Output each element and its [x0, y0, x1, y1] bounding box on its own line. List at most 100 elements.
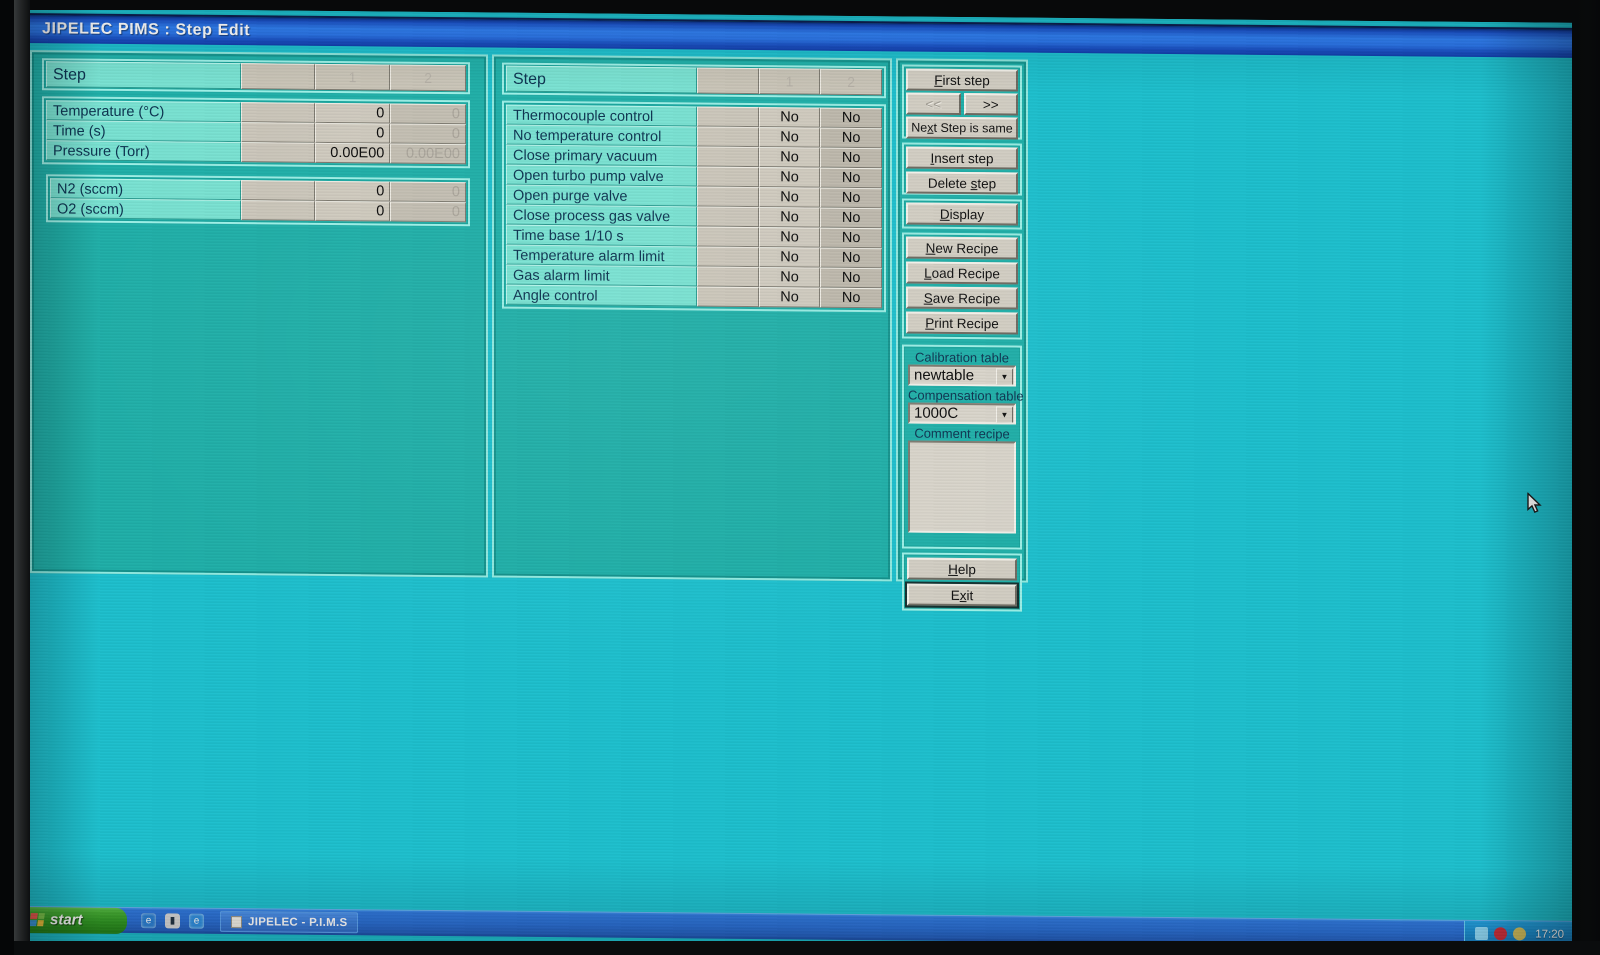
row-col-2[interactable]: No	[820, 227, 882, 249]
exit-button[interactable]: Exit	[905, 581, 1019, 609]
show-hidden-icons-icon[interactable]	[1475, 926, 1489, 941]
chevron-down-icon[interactable]: ▼	[996, 406, 1013, 424]
row-col-blank[interactable]	[696, 106, 759, 128]
row-col-1[interactable]: No	[758, 207, 821, 228]
left-parameter-panel: Step 1 2 Temperature (°C) 0 0 Time (s) 0…	[30, 50, 488, 578]
monitor-photo: JIPELEC PIMS : Step Edit Step 1 2 Temper…	[0, 0, 1600, 955]
help-button[interactable]: Help	[907, 557, 1017, 581]
row-label: Temperature alarm limit	[506, 244, 697, 267]
display-button[interactable]: Display	[906, 202, 1018, 226]
table-row: O2 (sccm) 0 0	[50, 198, 466, 223]
browser-icon[interactable]: e	[189, 913, 204, 929]
row-col-2[interactable]: 0.00E00	[390, 143, 466, 165]
row-label: Open turbo pump valve	[506, 164, 697, 187]
row-col-2[interactable]: No	[820, 167, 882, 189]
row-col-1[interactable]: 0	[314, 200, 391, 222]
row-col-blank[interactable]	[696, 246, 759, 268]
load-recipe-button[interactable]: Load Recipe	[906, 261, 1018, 285]
taskbar-clock[interactable]: 17:20	[1532, 928, 1564, 940]
previous-step-button[interactable]: <<	[906, 92, 961, 116]
row-col-2[interactable]: No	[820, 107, 882, 129]
row-label: Angle control	[506, 284, 697, 307]
row-col-1[interactable]: No	[758, 287, 821, 308]
row-label: N2 (sccm)	[50, 178, 242, 201]
next-step-is-same-button[interactable]: Next Step is same	[906, 116, 1018, 140]
row-col-2[interactable]: No	[820, 287, 882, 309]
row-col-1[interactable]: 0	[314, 180, 391, 202]
table-row: Angle control No No	[506, 284, 882, 309]
row-col-1[interactable]: No	[758, 147, 821, 168]
row-col-blank[interactable]	[696, 226, 759, 248]
row-col-blank[interactable]	[696, 146, 759, 168]
next-step-button[interactable]: >>	[963, 93, 1018, 116]
row-col-2[interactable]: No	[820, 127, 882, 149]
internet-explorer-icon[interactable]: e	[141, 913, 156, 929]
taskbar-item-jipelec-pims[interactable]: JIPELEC - P.I.M.S	[220, 910, 359, 934]
left-step-col-1[interactable]: 1	[314, 63, 391, 91]
calibration-table-select[interactable]: newtable ▼	[908, 364, 1016, 387]
row-col-blank[interactable]	[241, 122, 315, 143]
new-recipe-button[interactable]: New Recipe	[906, 236, 1018, 260]
first-step-button[interactable]: First step	[906, 68, 1018, 92]
print-recipe-button[interactable]: Print Recipe	[906, 311, 1018, 335]
row-col-2[interactable]: 0	[390, 181, 466, 203]
row-col-2[interactable]: No	[820, 267, 882, 289]
row-col-1[interactable]: 0	[314, 102, 391, 124]
row-col-1[interactable]: 0.00E00	[314, 142, 391, 164]
row-col-blank[interactable]	[696, 186, 759, 208]
row-col-2[interactable]: No	[820, 207, 882, 229]
row-col-2[interactable]: No	[820, 147, 882, 169]
antivirus-icon[interactable]	[1494, 927, 1508, 941]
step-options-group: Thermocouple control No No No temperature c…	[502, 100, 886, 313]
row-col-blank[interactable]	[241, 200, 315, 221]
row-label: Open purge valve	[506, 184, 697, 207]
row-col-2[interactable]: 0	[390, 201, 466, 223]
row-col-1[interactable]: No	[758, 227, 821, 248]
system-tray: 17:20	[1464, 920, 1572, 948]
row-col-blank[interactable]	[241, 102, 315, 123]
left-step-col-blank[interactable]	[241, 63, 315, 90]
compensation-table-select[interactable]: 1000C ▼	[908, 402, 1016, 425]
row-col-1[interactable]: No	[758, 187, 821, 208]
row-col-2[interactable]: No	[820, 247, 882, 269]
table-row: Pressure (Torr) 0.00E00 0.00E00	[46, 140, 466, 165]
row-col-blank[interactable]	[696, 286, 759, 308]
row-col-2[interactable]: 0	[390, 103, 466, 125]
row-col-1[interactable]: No	[758, 107, 821, 128]
row-col-blank[interactable]	[696, 166, 759, 188]
step-navigation-group: First step << >> Next Step is same	[902, 64, 1022, 140]
middle-options-panel: Step 1 2 Thermocouple control No No No temp…	[492, 54, 892, 582]
mid-step-label: Step	[506, 65, 697, 94]
mid-step-col-blank[interactable]	[696, 67, 759, 95]
row-col-2[interactable]: No	[820, 187, 882, 209]
row-label: Close process gas valve	[506, 204, 697, 227]
row-label: Close primary vacuum	[506, 144, 697, 167]
row-col-1[interactable]: No	[758, 127, 821, 148]
row-col-blank[interactable]	[696, 266, 759, 288]
row-col-1[interactable]: No	[758, 247, 821, 268]
row-col-blank[interactable]	[241, 180, 315, 201]
row-label: Time (s)	[46, 120, 241, 143]
row-col-blank[interactable]	[696, 206, 759, 228]
network-icon[interactable]	[1513, 927, 1527, 941]
gas-flow-group: N2 (sccm) 0 0 O2 (sccm) 0 0	[46, 174, 470, 227]
mid-step-col-2[interactable]: 2	[820, 68, 882, 96]
row-col-2[interactable]: 0	[390, 123, 466, 145]
row-col-blank[interactable]	[696, 126, 759, 148]
left-step-col-2[interactable]: 2	[390, 64, 466, 92]
start-button-label: start	[50, 911, 83, 929]
row-col-1[interactable]: No	[758, 267, 821, 288]
taskbar-item-label: JIPELEC - P.I.M.S	[248, 915, 348, 929]
row-label: O2 (sccm)	[50, 198, 242, 221]
delete-step-button[interactable]: Delete step	[906, 171, 1018, 195]
start-button[interactable]: start	[22, 906, 127, 934]
row-col-blank[interactable]	[241, 142, 315, 163]
comment-recipe-textarea[interactable]	[908, 440, 1016, 534]
insert-step-button[interactable]: Insert step	[906, 146, 1018, 170]
row-col-1[interactable]: 0	[314, 122, 391, 144]
mid-step-col-1[interactable]: 1	[758, 68, 821, 95]
chevron-down-icon[interactable]: ▼	[996, 368, 1013, 386]
row-col-1[interactable]: No	[758, 167, 821, 188]
notepad-icon[interactable]: ▮	[165, 913, 180, 929]
save-recipe-button[interactable]: Save Recipe	[906, 286, 1018, 310]
